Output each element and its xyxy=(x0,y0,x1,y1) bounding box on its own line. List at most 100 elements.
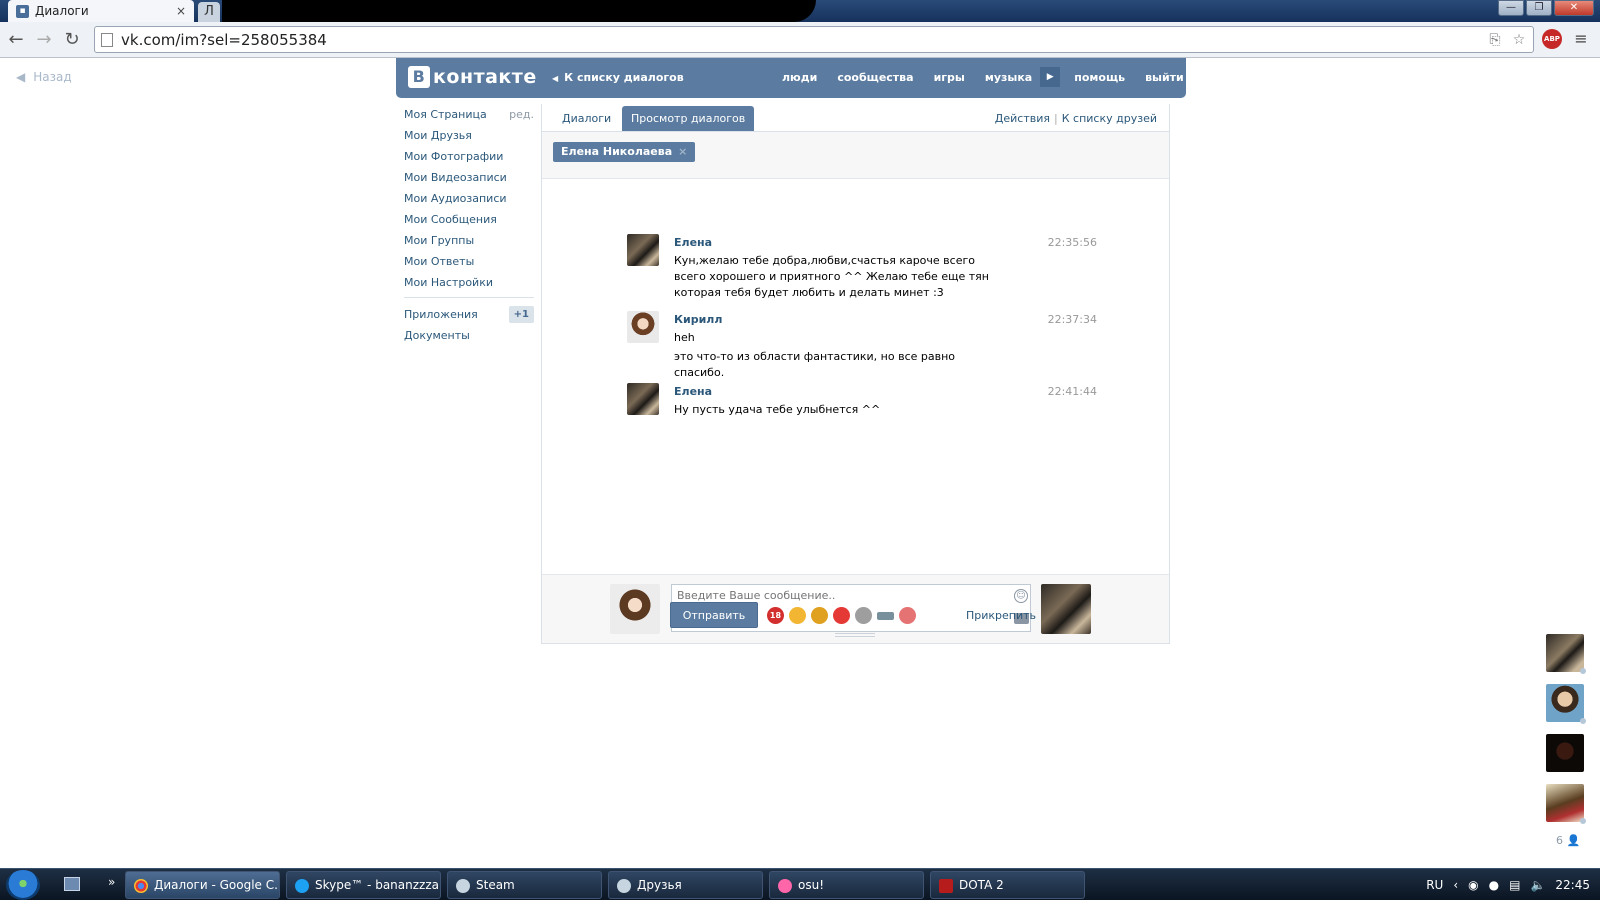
skype-tray-icon[interactable]: ● xyxy=(1489,878,1499,892)
friend-avatar[interactable] xyxy=(1546,734,1584,772)
taskbar-dota[interactable]: DOTA 2 xyxy=(930,871,1085,899)
sidebar-item-photos[interactable]: Мои Фотографии xyxy=(404,146,534,167)
sidebar-item-friends[interactable]: Мои Друзья xyxy=(404,125,534,146)
reload-icon[interactable]: ↻ xyxy=(60,28,84,52)
vk-logo-text: контакте xyxy=(433,66,537,88)
windows-taskbar: » Диалоги - Google C... Skype™ - bananzz… xyxy=(0,868,1600,900)
sidebar-item-settings[interactable]: Мои Настройки xyxy=(404,272,534,293)
sidebar-item-label: Мои Видеозаписи xyxy=(404,171,507,184)
chicken-emoji-icon[interactable] xyxy=(899,607,916,624)
sidebar-item-groups[interactable]: Мои Группы xyxy=(404,230,534,251)
heart-emoji-icon[interactable] xyxy=(833,607,850,624)
friend-avatar[interactable] xyxy=(1546,634,1586,674)
url-text[interactable]: vk.com/im?sel=258055384 xyxy=(121,31,1485,49)
sidebar-item-my-page[interactable]: Моя Страница ред. xyxy=(404,104,534,125)
clock[interactable]: 22:45 xyxy=(1555,878,1590,892)
nav-games[interactable]: игры xyxy=(934,71,965,87)
recipient-chip[interactable]: Елена Николаева × xyxy=(553,142,696,162)
dizzy-face-emoji-icon[interactable] xyxy=(789,607,806,624)
sidebar-item-messages[interactable]: Мои Сообщения xyxy=(404,209,534,230)
quicklaunch-more-icon[interactable]: » xyxy=(108,875,115,889)
message-time: 22:41:44 xyxy=(1047,385,1097,398)
sidebar-item-videos[interactable]: Мои Видеозаписи xyxy=(404,167,534,188)
peer-avatar[interactable] xyxy=(1041,584,1091,634)
tab-dialogs-list[interactable]: Диалоги xyxy=(562,112,611,125)
menu-icon[interactable]: ≡ xyxy=(1570,28,1592,50)
address-bar[interactable]: vk.com/im?sel=258055384 ⎘ ☆ xyxy=(94,26,1534,53)
nav-communities[interactable]: сообщества xyxy=(837,71,913,87)
start-button[interactable] xyxy=(6,870,40,900)
send-button[interactable]: Отправить xyxy=(670,602,758,628)
message-text: Кун,желаю тебе добра,любви,счастья кароч… xyxy=(674,254,989,299)
message-time: 22:35:56 xyxy=(1047,236,1097,249)
friend-avatar[interactable] xyxy=(1546,684,1586,724)
online-dot-icon xyxy=(1580,818,1586,824)
gun-emoji-icon[interactable] xyxy=(877,612,894,620)
music-play-icon[interactable]: ▶ xyxy=(1040,67,1061,87)
maximize-button[interactable]: ❐ xyxy=(1526,0,1552,16)
resize-grip[interactable] xyxy=(835,633,875,637)
taskbar-skype[interactable]: Skype™ - bananzzza... xyxy=(286,871,441,899)
attach-link[interactable]: Прикрепить xyxy=(966,609,1036,622)
top-navigation: люди сообщества игры музыка ▶ помощь вый… xyxy=(782,67,1204,87)
taskbar-label: Steam xyxy=(476,878,515,892)
friends-list-link[interactable]: К списку друзей xyxy=(1062,112,1157,125)
steam-tray-icon[interactable]: ◉ xyxy=(1468,878,1478,892)
avatar[interactable] xyxy=(627,234,659,266)
taskbar-friends[interactable]: Друзья xyxy=(608,871,763,899)
adblock-icon[interactable]: ABP xyxy=(1542,29,1562,49)
translate-icon[interactable]: ⎘ xyxy=(1485,32,1505,48)
sidebar-item-label: Приложения xyxy=(404,308,478,321)
remove-recipient-icon[interactable]: × xyxy=(678,145,687,158)
show-desktop-icon[interactable] xyxy=(64,877,80,891)
back-triangle-icon: ◀ xyxy=(16,70,26,84)
sidebar-item-label: Мои Фотографии xyxy=(404,150,504,163)
nav-music[interactable]: музыка xyxy=(985,71,1032,87)
smile-icon[interactable]: ☺ xyxy=(1014,589,1028,603)
actions-link[interactable]: Действия xyxy=(995,112,1050,125)
forward-arrow-icon[interactable]: → xyxy=(32,28,56,52)
nav-logout[interactable]: выйти xyxy=(1145,71,1184,87)
back-arrow-icon[interactable]: ← xyxy=(4,28,28,52)
tab-second[interactable]: Л xyxy=(198,2,220,22)
sidebar-item-audios[interactable]: Мои Аудиозаписи xyxy=(404,188,534,209)
edit-link[interactable]: ред. xyxy=(509,104,534,125)
nav-people[interactable]: люди xyxy=(782,71,817,87)
cat-emoji-icon[interactable] xyxy=(855,607,872,624)
message-author[interactable]: Кирилл xyxy=(674,313,722,326)
nav-help[interactable]: помощь xyxy=(1074,71,1125,87)
message-text: Ну пусть удача тебе улыбнется ^^ xyxy=(674,403,881,416)
to-dialogs-link[interactable]: ◀ К списку диалогов xyxy=(552,71,684,84)
friends-online-count[interactable]: 6 👤 xyxy=(1556,834,1586,847)
back-link[interactable]: ◀ Назад xyxy=(16,70,72,84)
message-author[interactable]: Елена xyxy=(674,236,712,249)
age-18-emoji-icon[interactable]: 18 xyxy=(767,607,784,624)
sidebar-item-docs[interactable]: Документы xyxy=(404,325,534,346)
minimize-button[interactable]: — xyxy=(1498,0,1524,16)
sidebar-item-apps[interactable]: Приложения +1 xyxy=(404,304,534,325)
avatar[interactable] xyxy=(627,383,659,415)
sidebar-item-answers[interactable]: Мои Ответы xyxy=(404,251,534,272)
taskbar-steam[interactable]: Steam xyxy=(447,871,602,899)
volume-icon[interactable]: 🔈 xyxy=(1530,878,1545,892)
tab-close-icon[interactable]: × xyxy=(176,4,186,18)
network-icon[interactable]: ▤ xyxy=(1509,878,1520,892)
vk-logo[interactable]: В контакте xyxy=(408,66,537,88)
steam-friends-icon xyxy=(617,879,631,893)
my-avatar[interactable] xyxy=(610,584,660,634)
friend-avatar[interactable] xyxy=(1546,784,1586,824)
taskbar-chrome[interactable]: Диалоги - Google C... xyxy=(125,871,280,899)
tray-expand-icon[interactable]: ‹ xyxy=(1453,878,1458,892)
tab-view-dialogs[interactable]: Просмотр диалогов xyxy=(622,106,755,131)
tab-dialogs[interactable]: ▪ Диалоги × xyxy=(8,0,194,22)
back-label: Назад xyxy=(33,70,72,84)
taskbar-label: osu! xyxy=(798,878,825,892)
taskbar-osu[interactable]: osu! xyxy=(769,871,924,899)
bookmark-star-icon[interactable]: ☆ xyxy=(1509,32,1529,48)
language-indicator[interactable]: RU xyxy=(1426,878,1443,892)
vk-page: ◀ Назад В контакте ◀ К списку диалогов лю… xyxy=(0,58,1600,868)
message-author[interactable]: Елена xyxy=(674,385,712,398)
browser-toolbar: ← → ↻ vk.com/im?sel=258055384 ⎘ ☆ ABP ≡ xyxy=(0,22,1600,58)
close-window-button[interactable]: ✕ xyxy=(1554,0,1594,16)
angry-face-emoji-icon[interactable] xyxy=(811,607,828,624)
